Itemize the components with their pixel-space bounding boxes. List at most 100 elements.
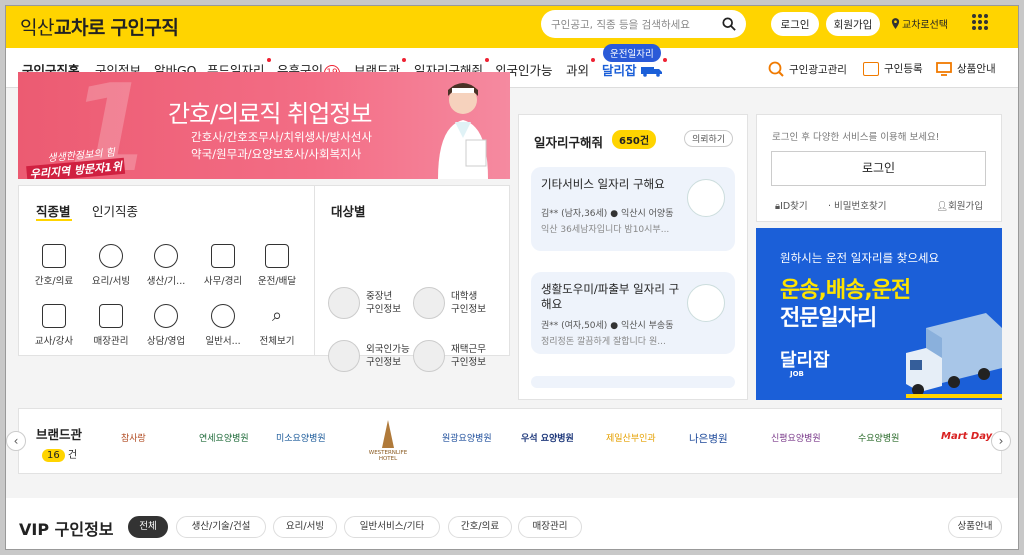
vip-filter-chip[interactable]: 요리/서빙: [273, 516, 337, 538]
category-sales[interactable]: 상담/영업: [143, 304, 189, 347]
brand-logo[interactable]: 제일산부인과: [606, 431, 656, 444]
brand-carousel: [18, 408, 1002, 474]
medical-jobs-banner[interactable]: 1 간호/의료직 취업정보 간호사/간호조무사/치위생사/방사선사 약국/원무과…: [18, 72, 510, 179]
hotel-tower-icon: [382, 420, 394, 448]
vip-filter-chip[interactable]: 일반서비스/기타: [344, 516, 440, 538]
carousel-prev-button[interactable]: ‹: [6, 431, 26, 451]
find-id-link[interactable]: 🔒︎ID찾기: [775, 198, 808, 212]
driving-jobs-promo[interactable]: 원하시는 운전 일자리를 찾으세요 운송,배송,운전 전문일자리 달리잡 JOB: [756, 228, 1002, 400]
promo-line-1: 원하시는 운전 일자리를 찾으세요: [780, 251, 940, 265]
tab-by-job[interactable]: 직종별: [36, 201, 71, 220]
category-cooking[interactable]: 요리/서빙: [88, 244, 134, 287]
brand-logo[interactable]: Mart Day: [941, 431, 992, 442]
brand-logo[interactable]: 우석 요양병원: [521, 431, 574, 444]
request-button[interactable]: 의뢰하기: [684, 130, 734, 147]
category-production[interactable]: 생산/기...: [143, 244, 189, 287]
region-label: 교차로선택: [902, 20, 948, 31]
search-placeholder: 구인공고, 직종 등을 검색하세요: [551, 18, 690, 31]
promo-line-3: 전문일자리: [780, 306, 877, 331]
job-request-item-partial: [531, 376, 735, 388]
search-icon[interactable]: [722, 17, 736, 31]
foreigner-face-icon: [328, 340, 360, 372]
banner-tagline: 생생한정보의 힘 우리지역 방문자1위: [25, 143, 126, 179]
job-request-item-desc: 익산 36세남자입니다 밤10시부...: [541, 225, 670, 235]
tab-popular[interactable]: 인기직종: [92, 201, 138, 220]
category-office[interactable]: 사무/경리: [200, 244, 246, 287]
job-request-item[interactable]: 기타서비스 일자리 구해요 김** (남자,36세) ● 익산시 어양동 익산 …: [531, 167, 735, 251]
nav-dalijob[interactable]: 달리잡: [602, 58, 667, 79]
vip-guide-button[interactable]: 상품안내: [948, 516, 1002, 538]
brand-logo[interactable]: 수요양병원: [858, 431, 899, 444]
search-icon: ⌕: [271, 305, 283, 326]
brand-logo[interactable]: 참사랑: [121, 431, 146, 444]
brand-logo[interactable]: 나은병원: [689, 431, 728, 446]
vip-filter-chip[interactable]: 간호/의료: [448, 516, 512, 538]
category-nursing[interactable]: 간호/의료: [31, 244, 77, 287]
person-icon: 👤︎: [936, 201, 949, 212]
job-request-item[interactable]: 생활도우미/파출부 일자리 구해요 권** (여자,50세) ● 익산시 부송동…: [531, 272, 735, 354]
target-remote-work[interactable]: 재택근무 구인정보: [413, 340, 486, 372]
target-middle-aged[interactable]: 중장년 구인정보: [328, 287, 401, 319]
browser-viewport: 익산교차로 구인구직 구인공고, 직종 등을 검색하세요 로그인 회원가입 교차…: [5, 5, 1019, 550]
monitor-icon: [936, 61, 952, 76]
job-request-count: 650건: [612, 130, 657, 149]
login-box-button[interactable]: 로그인: [771, 151, 986, 186]
category-general-service[interactable]: 일반서...: [200, 304, 246, 347]
nav-tutor[interactable]: 과외: [566, 58, 596, 79]
vip-filter-chip[interactable]: 매장관리: [518, 516, 582, 538]
brand-count: 16 건: [42, 446, 77, 462]
vip-filter-chip[interactable]: 생산/기술/건설: [176, 516, 266, 538]
logo-region: 익산: [20, 17, 54, 39]
carousel-next-button[interactable]: ›: [991, 431, 1011, 451]
vip-title: VIP 구인정보: [19, 520, 114, 539]
job-request-card: [518, 114, 748, 400]
search-input[interactable]: 구인공고, 직종 등을 검색하세요: [541, 10, 746, 38]
brand-logo[interactable]: 원광요양병원: [442, 431, 492, 444]
brand-logo[interactable]: 연세요양병원: [199, 431, 249, 444]
phone-icon: [154, 304, 178, 328]
job-request-item-desc: 정리정돈 깔끔하게 잘합니다 원...: [541, 337, 666, 347]
gear-icon: [154, 244, 178, 268]
desk-icon: [211, 244, 235, 268]
logo-suffix: 구인구직: [110, 17, 179, 39]
region-select[interactable]: 교차로선택: [891, 16, 948, 31]
truck-icon: [640, 67, 662, 77]
logo-brand: 교차로: [53, 17, 105, 39]
brand-title: 브랜드관: [36, 427, 83, 442]
brand-logo[interactable]: 신평요양병원: [771, 431, 821, 444]
join-link[interactable]: 👤︎회원가입: [936, 198, 983, 212]
all-menu-grid-icon[interactable]: [972, 14, 988, 30]
nav-ad-manage[interactable]: 구인광고관리: [768, 61, 847, 77]
target-students[interactable]: 대학생 구인정보: [413, 287, 486, 319]
vip-filter-chip[interactable]: 전체: [128, 516, 168, 538]
magnifier-icon: [768, 61, 784, 77]
nurse-illustration: [438, 83, 488, 179]
category-store[interactable]: 매장관리: [88, 304, 134, 347]
login-button[interactable]: 로그인: [771, 12, 819, 36]
fork-knife-icon: [99, 244, 123, 268]
blackboard-icon: [42, 304, 66, 328]
job-request-item-title: 생활도우미/파출부 일자리 구해요: [541, 282, 680, 311]
banner-line-2: 약국/원무과/요양보호사/사회복지사: [191, 147, 362, 161]
category-teacher[interactable]: 교사/강사: [31, 304, 77, 347]
brand-logo[interactable]: 미소요양병원: [276, 431, 326, 444]
nav-product-guide[interactable]: 상품안내: [936, 61, 996, 76]
signup-button[interactable]: 회원가입: [826, 12, 880, 36]
nav-post-job[interactable]: 구인등록: [863, 61, 923, 76]
banner-title: 간호/의료직 취업정보: [168, 100, 372, 128]
older-man-face-icon: [328, 287, 360, 319]
site-logo[interactable]: 익산교차로 구인구직: [20, 13, 179, 40]
document-icon: [863, 61, 879, 76]
top-header: 익산교차로 구인구직 구인공고, 직종 등을 검색하세요 로그인 회원가입 교차…: [6, 6, 1018, 48]
category-delivery[interactable]: 운전/배달: [254, 244, 300, 287]
remote-worker-icon: [413, 340, 445, 372]
brand-logo[interactable]: WESTERNLIFE HOTEL: [363, 420, 413, 462]
target-title: 대상별: [331, 204, 366, 219]
target-foreigners[interactable]: 외국인가능 구인정보: [328, 340, 410, 372]
find-password-link[interactable]: · 비밀번호찾기: [828, 198, 887, 212]
truck-icon: [265, 244, 289, 268]
categories-divider: [314, 186, 315, 355]
male-avatar-icon: [687, 179, 725, 217]
banner-line-1: 간호사/간호조무사/치위생사/방사선사: [191, 130, 372, 144]
category-view-all[interactable]: ⌕ 전체보기: [254, 304, 300, 347]
